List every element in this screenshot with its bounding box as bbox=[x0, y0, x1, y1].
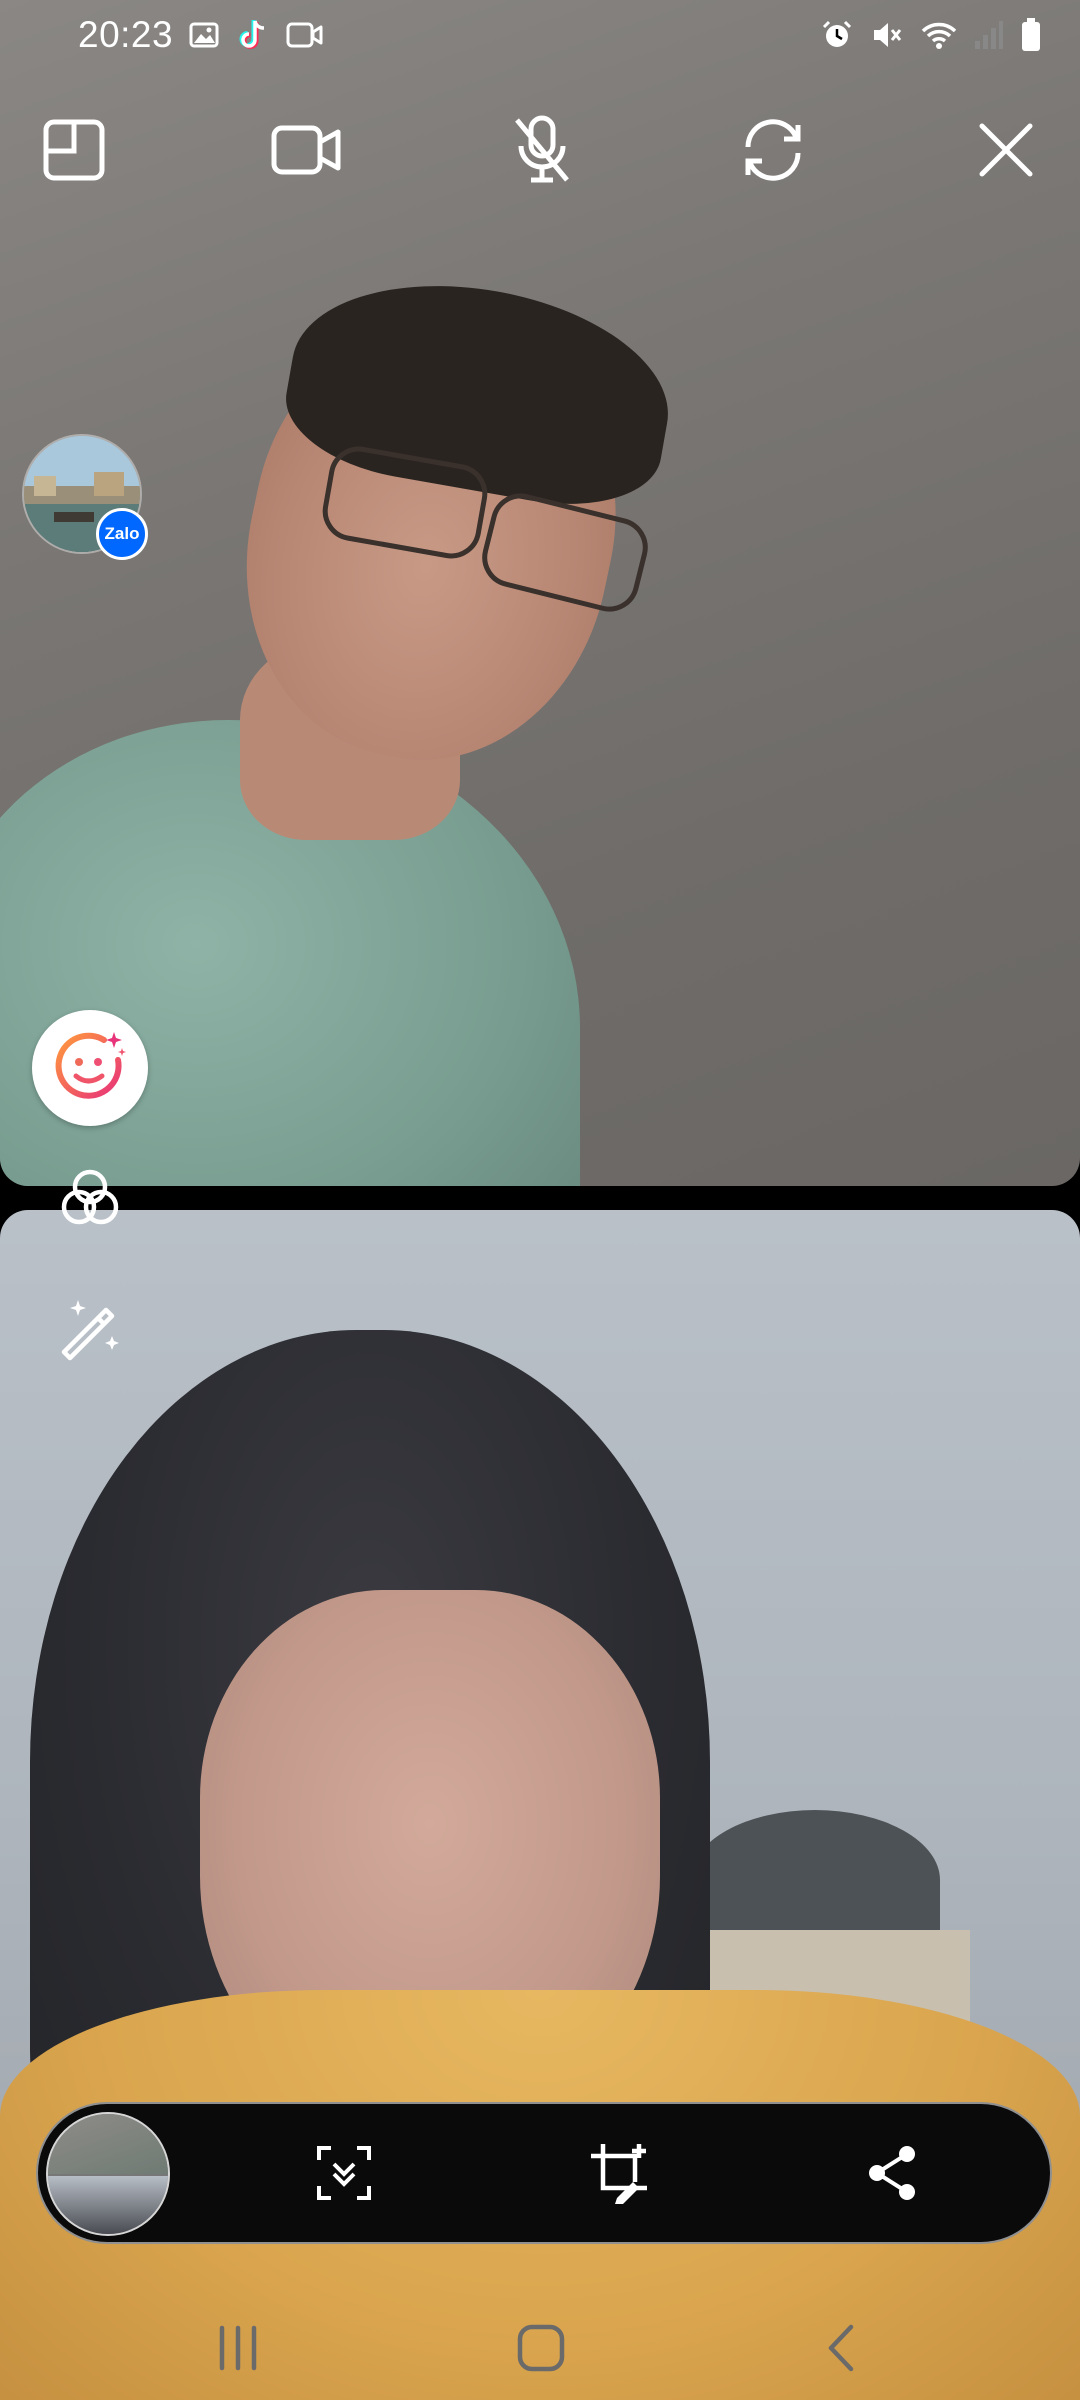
filter-button[interactable] bbox=[52, 1162, 128, 1238]
screenshot-thumbnail[interactable] bbox=[46, 2112, 170, 2236]
close-icon bbox=[976, 120, 1036, 180]
mute-icon bbox=[870, 18, 904, 52]
navigation-bar bbox=[0, 2300, 1080, 2400]
switch-camera-icon bbox=[738, 115, 808, 185]
thumbnail-top-half bbox=[48, 2114, 168, 2174]
call-controls bbox=[0, 110, 1080, 190]
video-camera-button[interactable] bbox=[266, 110, 346, 190]
screenshot-toolbar bbox=[36, 2102, 1052, 2244]
wifi-icon bbox=[920, 19, 958, 51]
mic-off-icon bbox=[509, 114, 575, 186]
status-right-icons bbox=[820, 18, 1042, 52]
magic-wand-icon bbox=[56, 1294, 124, 1367]
zalo-badge-label: Zalo bbox=[104, 524, 140, 543]
scroll-capture-button[interactable] bbox=[304, 2135, 384, 2215]
recent-apps-icon bbox=[214, 2324, 264, 2377]
battery-icon bbox=[1020, 18, 1042, 52]
screen-record-icon bbox=[286, 20, 324, 50]
zalo-badge: Zalo bbox=[96, 508, 148, 560]
signal-icon bbox=[974, 19, 1004, 51]
crop-edit-icon bbox=[589, 2142, 651, 2209]
close-call-button[interactable] bbox=[966, 110, 1046, 190]
alarm-icon bbox=[820, 18, 854, 52]
scroll-capture-icon bbox=[315, 2144, 373, 2207]
feed-bottom-cap bbox=[690, 1810, 940, 1950]
back-button[interactable] bbox=[796, 2310, 886, 2390]
thumbnail-bottom-half bbox=[48, 2176, 168, 2234]
layout-icon bbox=[41, 117, 107, 183]
status-time: 20:23 bbox=[78, 14, 174, 55]
back-icon bbox=[821, 2323, 861, 2378]
beauty-button[interactable] bbox=[32, 1010, 148, 1126]
filter-icon bbox=[57, 1165, 123, 1236]
magic-wand-button[interactable] bbox=[52, 1292, 128, 1368]
status-left-icons bbox=[188, 18, 324, 52]
beauty-face-icon bbox=[52, 1028, 128, 1109]
tiktok-icon bbox=[236, 18, 270, 52]
gallery-icon bbox=[188, 19, 220, 51]
video-camera-icon bbox=[270, 120, 342, 180]
switch-camera-button[interactable] bbox=[733, 110, 813, 190]
crop-edit-button[interactable] bbox=[580, 2135, 660, 2215]
home-button[interactable] bbox=[496, 2310, 586, 2390]
video-call-screen: 20:23 Zalo bbox=[0, 0, 1080, 2400]
status-bar: 20:23 bbox=[0, 0, 1080, 72]
share-button[interactable] bbox=[852, 2135, 932, 2215]
mic-toggle-button[interactable] bbox=[502, 110, 582, 190]
layout-button[interactable] bbox=[34, 110, 114, 190]
recent-apps-button[interactable] bbox=[194, 2310, 284, 2390]
home-icon bbox=[516, 2323, 566, 2378]
share-icon bbox=[865, 2144, 919, 2207]
